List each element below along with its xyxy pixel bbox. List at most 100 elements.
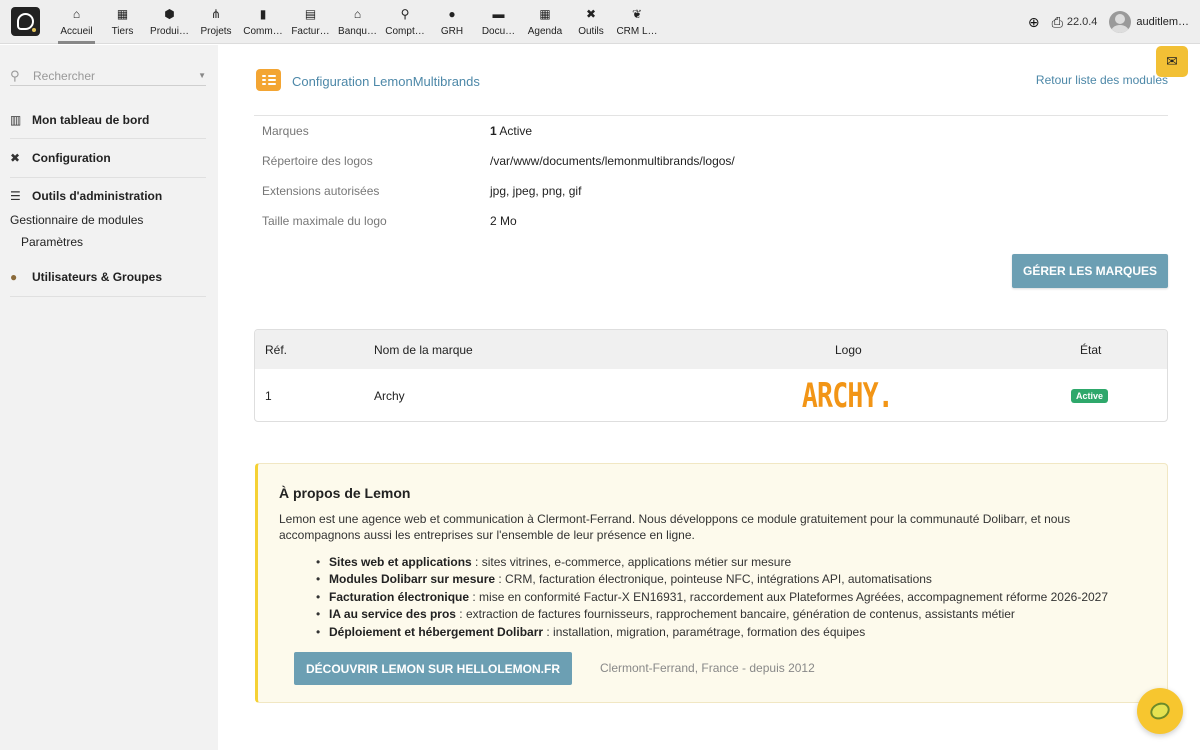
col-name: Nom de la marque	[374, 342, 473, 357]
col-logo: Logo	[835, 342, 862, 357]
nav-agenda[interactable]: ▦ Agenda	[522, 0, 568, 44]
list-item-text: : sites vitrines, e-commerce, applicatio…	[471, 555, 792, 569]
row-brand-name: Archy	[374, 388, 405, 403]
accounting-search-icon: ⚲	[400, 7, 410, 21]
archy-logo: ARCHY.	[801, 375, 893, 416]
about-title: À propos de Lemon	[279, 485, 411, 501]
search-box[interactable]: ⚲ Rechercher ▼	[10, 66, 206, 86]
about-list: Sites web et applications : sites vitrin…	[316, 554, 1149, 642]
col-ref: Réf.	[265, 342, 288, 357]
sidebar-item-admin-tools[interactable]: ☰ Outils d'administration	[10, 189, 206, 203]
prop-row-marques: Marques 1 Active	[254, 116, 1168, 146]
chart-icon: ▥	[10, 113, 22, 127]
list-item: Facturation électronique : mise en confo…	[316, 589, 1149, 607]
user-icon: ●	[10, 270, 18, 284]
prop-row-logo-dir: Répertoire des logos/var/www/documents/l…	[254, 146, 1168, 176]
prop-row-max-size: Taille maximale du logo 2 Mo	[254, 206, 1168, 236]
sidebar-item-label: Mon tableau de bord	[32, 113, 150, 127]
nav-banque[interactable]: ⌂ Banqu…	[334, 0, 381, 44]
sidebar-item-module-manager[interactable]: Gestionnaire de modules	[10, 213, 206, 227]
location-text: Clermont-Ferrand, France - depuis 2012	[600, 661, 815, 675]
lemon-assistant-button[interactable]	[1137, 688, 1183, 734]
list-item-text: : mise en conformité Factur-X EN16931, r…	[469, 589, 1109, 604]
about-text: Lemon est une agence web et communicatio…	[279, 512, 1071, 542]
cube-icon: ⬢	[164, 7, 175, 21]
home-icon: ⌂	[72, 7, 81, 21]
sidebar-item-configuration[interactable]: ✖ Configuration	[10, 139, 206, 178]
back-to-modules-link[interactable]: Retour liste des modules	[1036, 73, 1168, 87]
sidebar-item-parameters[interactable]: Paramètres	[10, 235, 206, 249]
sidebar-item-label: Utilisateurs & Groupes	[32, 270, 163, 284]
prop-key: Marques	[262, 124, 309, 138]
print-icon[interactable]: ⎙	[1052, 14, 1063, 31]
prop-value: /var/www/documents/lemonmultibrands/logo…	[490, 154, 735, 168]
manage-brands-button[interactable]: GÉRER LES MARQUES	[1012, 254, 1168, 288]
list-item-text: : installation, migration, paramétrage, …	[543, 624, 866, 639]
list-item-bold: Facturation électronique	[329, 589, 470, 604]
prop-key: Extensions autorisées	[262, 184, 380, 198]
col-state: État	[1080, 342, 1102, 357]
calendar-icon: ▦	[539, 7, 551, 21]
sidebar-title-dashboard: ▥ Mon tableau de bord	[10, 113, 206, 127]
building-icon: ▦	[116, 7, 129, 21]
prop-key: Répertoire des logos	[262, 154, 373, 168]
table-row[interactable]: 1 Archy ARCHY. Active	[255, 369, 1167, 421]
top-bar: ⌂ Accueil ▦ Tiers ⬢ Produi… ⋔ Projets ▮ Comm……	[0, 0, 1200, 44]
username[interactable]: auditlem…	[1136, 16, 1189, 28]
nav-comptabilite[interactable]: ⚲ Compt…	[381, 0, 429, 44]
nav-outils[interactable]: ✖ Outils	[568, 0, 614, 44]
sidebar-item-users-groups[interactable]: ● Utilisateurs & Groupes	[10, 259, 206, 297]
folder-icon: ▬	[492, 7, 505, 21]
tools-icon: ✖	[585, 7, 597, 21]
sidebar-item-label: Configuration	[32, 151, 111, 165]
sidebar: ⚲ Rechercher ▼ ▥ Mon tableau de bord ✖ Con…	[0, 45, 218, 750]
dolibarr-logo[interactable]	[11, 7, 40, 36]
tools-icon: ✖	[10, 151, 21, 165]
chat-bubble-icon[interactable]: ✉	[1156, 46, 1188, 77]
brands-table: Réf. Nom de la marque Logo État 1 Archy …	[254, 329, 1168, 422]
nav-accueil[interactable]: ⌂ Accueil	[54, 0, 99, 44]
plus-circle-icon[interactable]: ⊕	[1028, 14, 1040, 31]
list-item-bold: Modules Dolibarr sur mesure	[329, 572, 496, 587]
brand-count-label: Active	[496, 124, 533, 138]
search-icon: ⚲	[10, 67, 20, 83]
nav-commercial[interactable]: ▮ Comm…	[239, 0, 287, 44]
prop-key: Taille maximale du logo	[262, 214, 387, 228]
search-input[interactable]: Rechercher	[33, 69, 198, 83]
nav-produits[interactable]: ⬢ Produi…	[146, 0, 193, 44]
server-icon: ☰	[10, 189, 21, 203]
nav-facturation[interactable]: ▤ Factur…	[287, 0, 334, 44]
nav-documents[interactable]: ▬ Docu…	[475, 0, 522, 44]
status-badge: Active	[1071, 388, 1109, 403]
list-item: Modules Dolibarr sur mesure : CRM, factu…	[316, 571, 1149, 589]
nav-projets[interactable]: ⋔ Projets	[193, 0, 239, 44]
main-nav: ⌂ Accueil ▦ Tiers ⬢ Produi… ⋔ Projets ▮ Comm……	[54, 0, 660, 44]
list-item: Déploiement et hébergement Dolibarr : in…	[316, 624, 1149, 642]
discover-lemon-button[interactable]: DÉCOUVRIR LEMON SUR HELLOLEMON.FR	[294, 652, 572, 685]
about-lemon-box: À propos de Lemon Lemon est une agence w…	[255, 463, 1168, 703]
top-right-tools: ⊕ ⎙ 22.0.4 auditlem…	[1028, 0, 1200, 44]
table-header: Réf. Nom de la marque Logo État	[255, 330, 1167, 369]
sidebar-title-users: ● Utilisateurs & Groupes	[10, 270, 206, 284]
list-item-bold: IA au service des pros	[329, 607, 456, 622]
prop-value: 2 Mo	[490, 214, 517, 228]
list-item: Sites web et applications : sites vitrin…	[316, 554, 1149, 572]
nav-grh[interactable]: ● GRH	[429, 0, 475, 44]
list-item: IA au service des pros : extraction de f…	[316, 606, 1149, 624]
prop-value: jpg, jpeg, png, gif	[490, 184, 582, 198]
nav-tiers[interactable]: ▦ Tiers	[99, 0, 146, 44]
invoice-icon: ▤	[304, 7, 317, 21]
page-title: Configuration LemonMultibrands	[292, 74, 480, 89]
briefcase-icon: ▮	[259, 7, 267, 21]
sidebar-item-dashboard[interactable]: ▥ Mon tableau de bord	[10, 102, 206, 139]
main-content: Configuration LemonMultibrands Retour li…	[218, 45, 1200, 750]
nav-crm-lemon[interactable]: ❦ CRM L…	[614, 0, 660, 44]
module-list-icon	[256, 69, 281, 91]
bank-icon: ⌂	[353, 7, 362, 21]
sidebar-title-configuration: ✖ Configuration	[10, 151, 206, 165]
brand-logo: ARCHY.	[767, 369, 927, 421]
avatar[interactable]	[1109, 11, 1132, 33]
chevron-down-icon[interactable]: ▼	[198, 71, 206, 80]
prop-row-extensions: Extensions autorisées jpg, jpeg, png, gif	[254, 176, 1168, 206]
lemon-icon	[1147, 699, 1173, 723]
